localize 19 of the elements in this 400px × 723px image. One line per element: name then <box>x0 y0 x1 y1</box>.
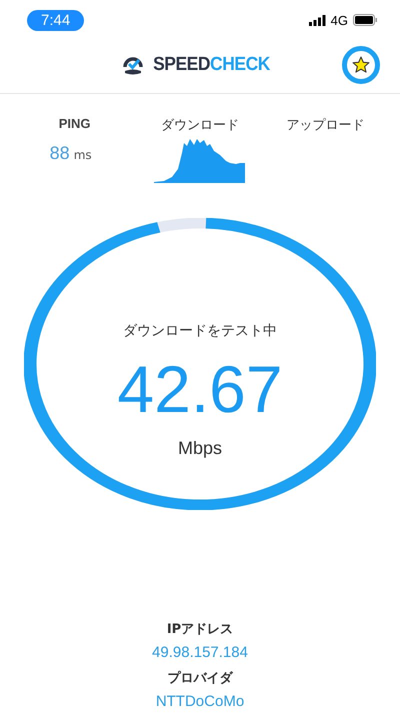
info-label: プロバイダ <box>168 670 232 688</box>
speed-value: 42.67 <box>117 356 283 422</box>
stat-label: アップロード <box>286 117 364 134</box>
battery-icon <box>353 14 378 26</box>
network-label: 4G <box>330 12 348 28</box>
ping-value: 88 <box>50 143 70 164</box>
info-value: NTTDoCoMo <box>156 692 244 712</box>
favorite-button[interactable] <box>342 46 380 84</box>
signal-icon <box>308 14 326 26</box>
ping-unit: ms <box>74 148 92 162</box>
stat-label: PING <box>58 116 91 131</box>
speed-unit: Mbps <box>178 438 222 459</box>
info-value: 49.98.157.184 <box>152 643 248 663</box>
star-icon <box>351 55 371 75</box>
info-label: IPアドレス <box>166 621 234 639</box>
test-status: ダウンロードをテスト中 <box>122 322 277 340</box>
app-logo-text: SPEEDCHECK <box>152 54 270 76</box>
stat-label: ダウンロード <box>160 117 239 134</box>
status-time: 7:44 <box>27 10 84 30</box>
